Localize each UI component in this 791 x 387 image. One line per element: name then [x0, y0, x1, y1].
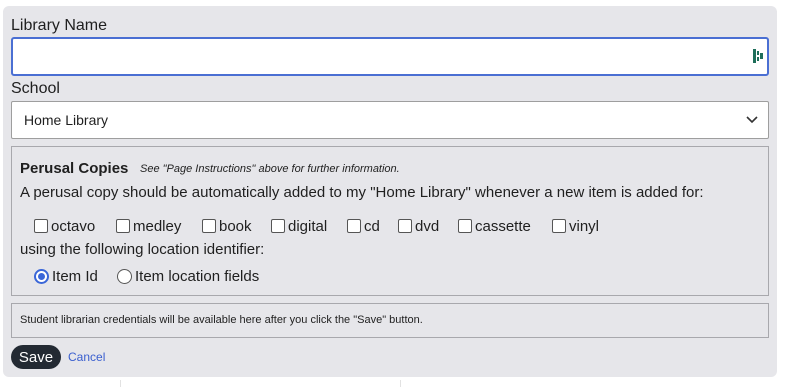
radio-button[interactable] [117, 268, 132, 284]
format-checkbox-octavo[interactable]: octavo [34, 216, 95, 236]
radio-label: Item location fields [135, 267, 260, 285]
checkbox[interactable] [458, 219, 472, 233]
format-label: medley [133, 217, 182, 235]
format-checkbox-cd[interactable]: cd [347, 216, 380, 236]
format-checkbox-book[interactable]: book [202, 216, 252, 236]
cancel-link[interactable]: Cancel [68, 350, 105, 364]
format-label: octavo [51, 217, 96, 235]
checkbox[interactable] [34, 219, 48, 233]
radio-label: Item Id [52, 267, 98, 285]
radio-button[interactable] [34, 268, 49, 284]
format-checkbox-dvd[interactable]: dvd [398, 216, 439, 236]
credentials-info-box: Student librarian credentials will be av… [11, 303, 769, 338]
checkbox[interactable] [552, 219, 566, 233]
format-label: cassette [475, 217, 531, 235]
divider [400, 380, 401, 387]
checkbox[interactable] [398, 219, 412, 233]
format-checkbox-digital[interactable]: digital [271, 216, 327, 236]
save-button[interactable]: Save [11, 345, 61, 369]
format-checkbox-vinyl[interactable]: vinyl [552, 216, 599, 236]
password-manager-icon[interactable] [753, 49, 764, 63]
perusal-copies-hint: See "Page Instructions" above for furthe… [140, 163, 400, 175]
format-checkbox-cassette[interactable]: cassette [458, 216, 531, 236]
format-label: cd [364, 217, 380, 235]
format-label: dvd [415, 217, 440, 235]
bottom-strip [0, 377, 791, 387]
school-selected-value: Home Library [24, 112, 109, 128]
divider [120, 380, 121, 387]
perusal-copies-fieldset: Perusal Copies See "Page Instructions" a… [11, 146, 769, 296]
format-label: vinyl [569, 217, 600, 235]
school-select[interactable]: Home Library [11, 101, 769, 139]
format-checkbox-medley[interactable]: medley [116, 216, 181, 236]
credentials-info-text: Student librarian credentials will be av… [20, 314, 423, 326]
location-identifier-description: using the following location identifier: [20, 241, 265, 258]
checkbox[interactable] [271, 219, 285, 233]
location-radio-item-location-fields[interactable]: Item location fields [117, 266, 259, 286]
format-label: book [219, 217, 252, 235]
checkbox[interactable] [202, 219, 216, 233]
library-name-input[interactable] [11, 37, 769, 76]
checkbox[interactable] [116, 219, 130, 233]
checkbox[interactable] [347, 219, 361, 233]
chevron-down-icon [746, 116, 758, 124]
perusal-copies-title: Perusal Copies [20, 160, 129, 177]
perusal-copies-description: A perusal copy should be automatically a… [20, 184, 704, 201]
library-name-label: Library Name [11, 17, 108, 34]
format-label: digital [288, 217, 328, 235]
school-label: School [11, 80, 60, 97]
location-radio-item-id[interactable]: Item Id [34, 266, 98, 286]
